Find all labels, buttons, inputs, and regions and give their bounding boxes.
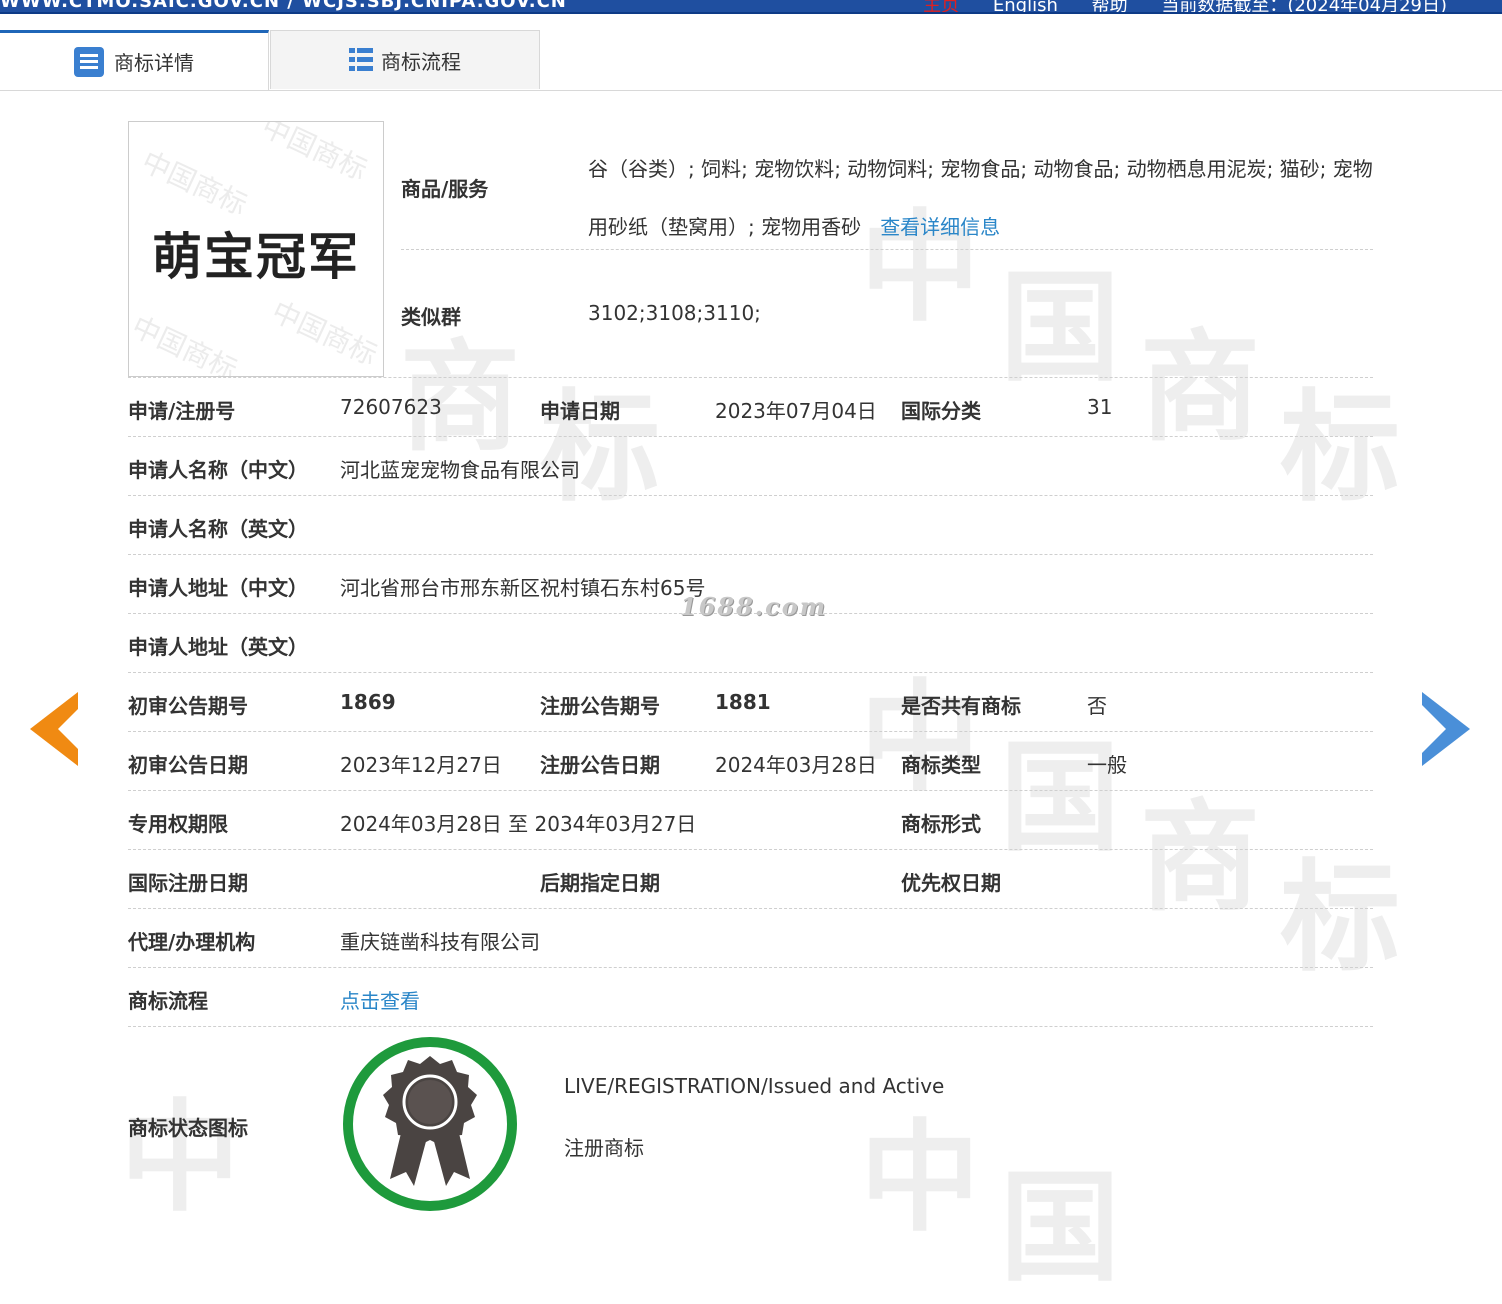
top-banner: WWW.CTMO.SAIC.GOV.CN / WCJS.SBJ.CNIPA.GO… <box>0 0 1502 14</box>
tm-type-label: 商标类型 <box>901 753 981 777</box>
prelim-date-label: 初审公告日期 <box>128 753 248 777</box>
applicant-en-label: 申请人名称（英文） <box>128 517 308 541</box>
shared-label: 是否共有商标 <box>901 694 1021 718</box>
exclusive-label: 专用权期限 <box>128 812 228 836</box>
status-en: LIVE/REGISTRATION/Issued and Active <box>564 1074 945 1098</box>
goods-value: 谷（谷类）; 饲料; 宠物饮料; 动物饲料; 宠物食品; 动物食品; 动物栖息用… <box>588 140 1378 256</box>
list-icon <box>74 46 104 77</box>
divider <box>128 731 1373 732</box>
reg-no-label: 申请/注册号 <box>128 399 236 423</box>
divider <box>128 908 1373 909</box>
overlay-watermark: 1688.com <box>680 592 828 621</box>
intl-class-label: 国际分类 <box>901 399 981 423</box>
divider <box>128 495 1373 496</box>
trademark-image: 中国商标 中国商标 中国商标 中国商标 萌宝冠军 <box>128 121 384 377</box>
bg-watermark: 中 <box>860 669 980 808</box>
bg-watermark: 国 <box>1000 1159 1120 1298</box>
shared-value: 否 <box>1087 694 1107 718</box>
bg-watermark: 中 <box>860 1109 980 1248</box>
tab-trademark-process[interactable]: 商标流程 <box>270 30 540 89</box>
prelim-date-value: 2023年12月27日 <box>340 753 502 777</box>
agent-value: 重庆链凿科技有限公司 <box>340 930 540 954</box>
priority-date-label: 优先权日期 <box>901 871 1001 895</box>
divider <box>128 1026 1373 1027</box>
address-cn-value: 河北省邢台市邢东新区祝村镇石东村65号 <box>340 576 706 600</box>
tab-label: 商标流程 <box>381 49 461 74</box>
registered-seal-icon <box>343 1037 517 1211</box>
divider <box>128 436 1373 437</box>
site-domain: WWW.CTMO.SAIC.GOV.CN / WCJS.SBJ.CNIPA.GO… <box>0 0 567 12</box>
goods-detail-link[interactable]: 查看详细信息 <box>880 215 1000 239</box>
later-designation-label: 后期指定日期 <box>540 871 660 895</box>
tab-label: 商标详情 <box>114 51 194 75</box>
home-link[interactable]: 主页 <box>923 0 959 12</box>
similar-group-label: 类似群 <box>401 305 461 329</box>
exclusive-value: 2024年03月28日 至 2034年03月27日 <box>340 812 697 836</box>
help-link[interactable]: 帮助 <box>1092 0 1128 12</box>
similar-group-value: 3102;3108;3110; <box>588 301 761 325</box>
reg-pub-no-label: 注册公告期号 <box>540 694 660 718</box>
next-arrow-inner <box>1422 705 1446 753</box>
bg-watermark: 国 <box>1000 729 1120 868</box>
top-nav: 主页 English 帮助 当前数据截至：(2024年04月29日) <box>895 0 1447 14</box>
applicant-cn-value: 河北蓝宠宠物食品有限公司 <box>340 458 580 482</box>
tm-type-value: 一般 <box>1087 753 1127 777</box>
divider <box>128 849 1373 850</box>
bg-watermark: 中 <box>120 1089 240 1228</box>
address-en-label: 申请人地址（英文） <box>128 635 308 659</box>
prelim-no-value: 1869 <box>340 690 396 714</box>
address-cn-label: 申请人地址（中文） <box>128 576 308 600</box>
intl-class-value: 31 <box>1087 395 1113 419</box>
english-link[interactable]: English <box>993 0 1058 12</box>
trademark-logo-text: 萌宝冠军 <box>152 228 360 286</box>
divider <box>128 377 1373 378</box>
tab-bar: 商标详情 商标流程 <box>0 30 1502 91</box>
flow-icon <box>349 48 373 72</box>
agent-label: 代理/办理机构 <box>128 930 256 954</box>
divider <box>128 554 1373 555</box>
reg-pub-date-value: 2024年03月28日 <box>715 753 877 777</box>
reg-no-value: 72607623 <box>340 395 442 419</box>
reg-pub-date-label: 注册公告日期 <box>540 753 660 777</box>
status-cn: 注册商标 <box>564 1136 644 1160</box>
process-link[interactable]: 点击查看 <box>340 985 420 1014</box>
prev-arrow-inner <box>58 705 82 753</box>
tab-trademark-detail[interactable]: 商标详情 <box>0 30 269 90</box>
reg-pub-no-value: 1881 <box>715 690 771 714</box>
goods-label: 商品/服务 <box>401 177 489 201</box>
process-label: 商标流程 <box>128 989 208 1013</box>
divider <box>128 790 1373 791</box>
divider <box>128 672 1373 673</box>
intl-reg-date-label: 国际注册日期 <box>128 871 248 895</box>
prelim-no-label: 初审公告期号 <box>128 694 248 718</box>
applicant-cn-label: 申请人名称（中文） <box>128 458 308 482</box>
divider <box>401 249 1373 250</box>
divider <box>128 967 1373 968</box>
apply-date-value: 2023年07月04日 <box>715 399 877 423</box>
status-icon-label: 商标状态图标 <box>128 1116 248 1140</box>
apply-date-label: 申请日期 <box>540 399 620 423</box>
tm-form-label: 商标形式 <box>901 812 981 836</box>
data-cutoff-text: 当前数据截至：(2024年04月29日) <box>1161 0 1447 14</box>
